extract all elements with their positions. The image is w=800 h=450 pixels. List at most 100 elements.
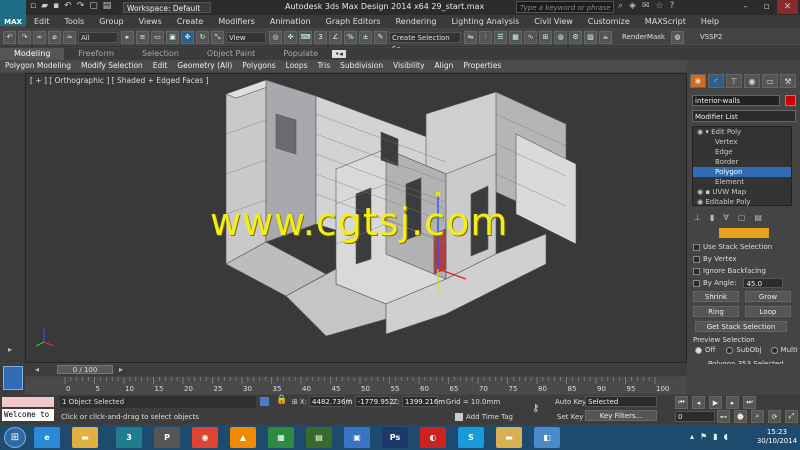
search-icon[interactable]: ⌕ [618, 1, 623, 11]
next-frame-icon[interactable]: ▸ [119, 365, 123, 374]
pin-stack-icon[interactable]: ⊥ [694, 213, 701, 222]
open-file-icon[interactable]: ▰ [41, 1, 48, 11]
ribbon-align[interactable]: Align [430, 60, 459, 72]
favorites-icon[interactable]: ☆ [656, 1, 664, 11]
search-input[interactable]: Type a keyword or phrase [516, 1, 614, 13]
zoom-icon[interactable]: ⌕ [751, 410, 764, 423]
schematic-view-icon[interactable]: ⊞ [539, 30, 552, 44]
motion-tab-icon[interactable]: ◉ [744, 74, 760, 88]
ribbon-modify-selection[interactable]: Modify Selection [76, 60, 148, 72]
stack-item-edit-poly[interactable]: ◉ ▾ Edit Poly [693, 127, 791, 137]
set-key-button[interactable]: Set Key [557, 413, 583, 421]
start-button-icon[interactable]: ⊞ [4, 427, 26, 448]
track-bar[interactable]: 0 5 10 15 20 25 30 35 40 45 50 55 60 65 70 75 80 85 90 95 10… [25, 377, 687, 394]
create-tab-icon[interactable]: ✱ [690, 74, 706, 88]
time-slider-track[interactable]: ◂ 0 / 100 ▸ [25, 364, 687, 376]
keyboard-shortcut-icon[interactable]: ⌨ [299, 30, 312, 44]
key-mode-icon[interactable]: ⊷ [717, 410, 730, 423]
ribbon-subdivision[interactable]: Subdivision [335, 60, 388, 72]
by-vertex-checkbox[interactable]: By Vertex [690, 253, 798, 265]
rotate-icon[interactable]: ↻ [196, 30, 209, 44]
curve-editor-icon[interactable]: ∿ [524, 30, 537, 44]
checkbox-box[interactable] [693, 255, 700, 263]
mirror-icon[interactable]: ⇋ [464, 30, 477, 44]
modify-tab-icon[interactable]: ◜ [708, 74, 724, 88]
rendered-frame-icon[interactable]: ▨ [584, 30, 597, 44]
menu-customize[interactable]: Customize [580, 15, 637, 28]
app-logo-icon[interactable]: MAX [0, 0, 26, 26]
network-tray-icon[interactable]: ▮ [713, 432, 717, 441]
percent-snap-icon[interactable]: % [344, 30, 357, 44]
auto-key-button[interactable]: Auto Key [555, 398, 586, 406]
menu-create[interactable]: Create [169, 15, 211, 28]
flag-icon[interactable]: ⚑ [700, 432, 707, 441]
angle-snap-icon[interactable]: ∠ [329, 30, 342, 44]
stack-item-uvw-map[interactable]: ◉ ▪ UVW Map [693, 187, 791, 197]
undo-icon[interactable]: ↶ [64, 1, 72, 11]
time-config-icon[interactable]: ⌚ [734, 410, 747, 423]
coord-mode-icon[interactable]: ⊞ [292, 398, 298, 406]
rect-selection-icon[interactable]: ▭ [151, 30, 164, 44]
selection-filter-dropdown[interactable]: All [78, 31, 118, 43]
preview-subobj-radio[interactable] [726, 346, 734, 354]
checkbox-box[interactable] [693, 267, 700, 275]
ribbon-properties[interactable]: Properties [458, 60, 506, 72]
link-icon[interactable]: ∞ [33, 30, 46, 44]
ribbon-geometry-all[interactable]: Geometry (All) [172, 60, 237, 72]
current-frame-field[interactable]: 0 [675, 411, 715, 422]
pixologic-icon[interactable]: P [154, 427, 180, 448]
pivot-center-icon[interactable]: ◎ [269, 30, 282, 44]
menu-edit[interactable]: Edit [26, 15, 57, 28]
spinner-snap-icon[interactable]: ± [359, 30, 372, 44]
stack-item-edge[interactable]: Edge [693, 147, 791, 157]
maxscript-listener-output[interactable] [2, 397, 54, 407]
select-object-icon[interactable]: ▸ [121, 30, 134, 44]
ribbon-polygons[interactable]: Polygons [237, 60, 280, 72]
folder-icon[interactable]: ▬ [496, 427, 522, 448]
close-icon[interactable]: ✕ [777, 0, 798, 14]
key-filters-button[interactable]: Key Filters... [585, 410, 657, 421]
render-mask-icon[interactable]: ◍ [670, 30, 684, 44]
x-coord-field[interactable]: 4482.736m [309, 396, 352, 407]
minimize-icon[interactable]: – [735, 0, 756, 14]
menu-animation[interactable]: Animation [262, 15, 318, 28]
scale-icon[interactable]: ⤡ [211, 30, 224, 44]
ie-icon[interactable]: e [34, 427, 60, 448]
tab-selection[interactable]: Selection [128, 48, 193, 60]
checkbox-box[interactable] [693, 243, 700, 251]
volume-icon[interactable]: ◖ [724, 432, 728, 441]
menu-modifiers[interactable]: Modifiers [210, 15, 262, 28]
menu-views[interactable]: Views [131, 15, 169, 28]
selection-rollout-header[interactable] [719, 228, 769, 238]
bind-spacewarp-icon[interactable]: ≈ [63, 30, 76, 44]
menu-civil-view[interactable]: Civil View [526, 15, 580, 28]
redo-icon[interactable]: ↷ [18, 30, 31, 44]
named-selection-dropdown[interactable]: Create Selection Se [389, 31, 461, 53]
tray-arrow-icon[interactable]: ▴ [690, 432, 694, 441]
select-by-name-icon[interactable]: ≡ [136, 30, 149, 44]
manipulate-icon[interactable]: ✜ [284, 30, 297, 44]
workspace-dropdown[interactable]: Workspace: Default [123, 2, 211, 13]
hold-icon[interactable]: ▢ [89, 1, 98, 11]
camtasia-icon[interactable]: ▦ [268, 427, 294, 448]
stack-item-polygon[interactable]: Polygon [693, 167, 791, 177]
preview-off-radio[interactable] [695, 346, 702, 354]
loop-button[interactable]: Loop [745, 306, 791, 317]
remove-modifier-icon[interactable]: ▢ [738, 213, 746, 222]
isolate-toggle-icon[interactable] [260, 397, 269, 406]
go-to-start-icon[interactable]: ⏮ [675, 396, 688, 409]
align-icon[interactable]: ⫶ [479, 30, 492, 44]
redo-icon[interactable]: ↷ [77, 1, 85, 11]
tab-modeling[interactable]: Modeling [0, 48, 65, 60]
preview-multi-radio[interactable] [770, 346, 778, 354]
next-key-icon[interactable]: ▸ [726, 396, 739, 409]
communication-icon[interactable]: ✉ [642, 1, 650, 11]
menu-graph-editors[interactable]: Graph Editors [318, 15, 388, 28]
explorer-icon[interactable]: ▬ [72, 427, 98, 448]
ribbon-tris[interactable]: Tris [313, 60, 336, 72]
3dsmax-icon[interactable]: 3 [116, 427, 142, 448]
render-setup-icon[interactable]: ⚙ [569, 30, 582, 44]
prev-key-icon[interactable]: ◂ [692, 396, 705, 409]
go-to-end-icon[interactable]: ⏭ [743, 396, 756, 409]
get-stack-selection-button[interactable]: Get Stack Selection [695, 321, 787, 332]
